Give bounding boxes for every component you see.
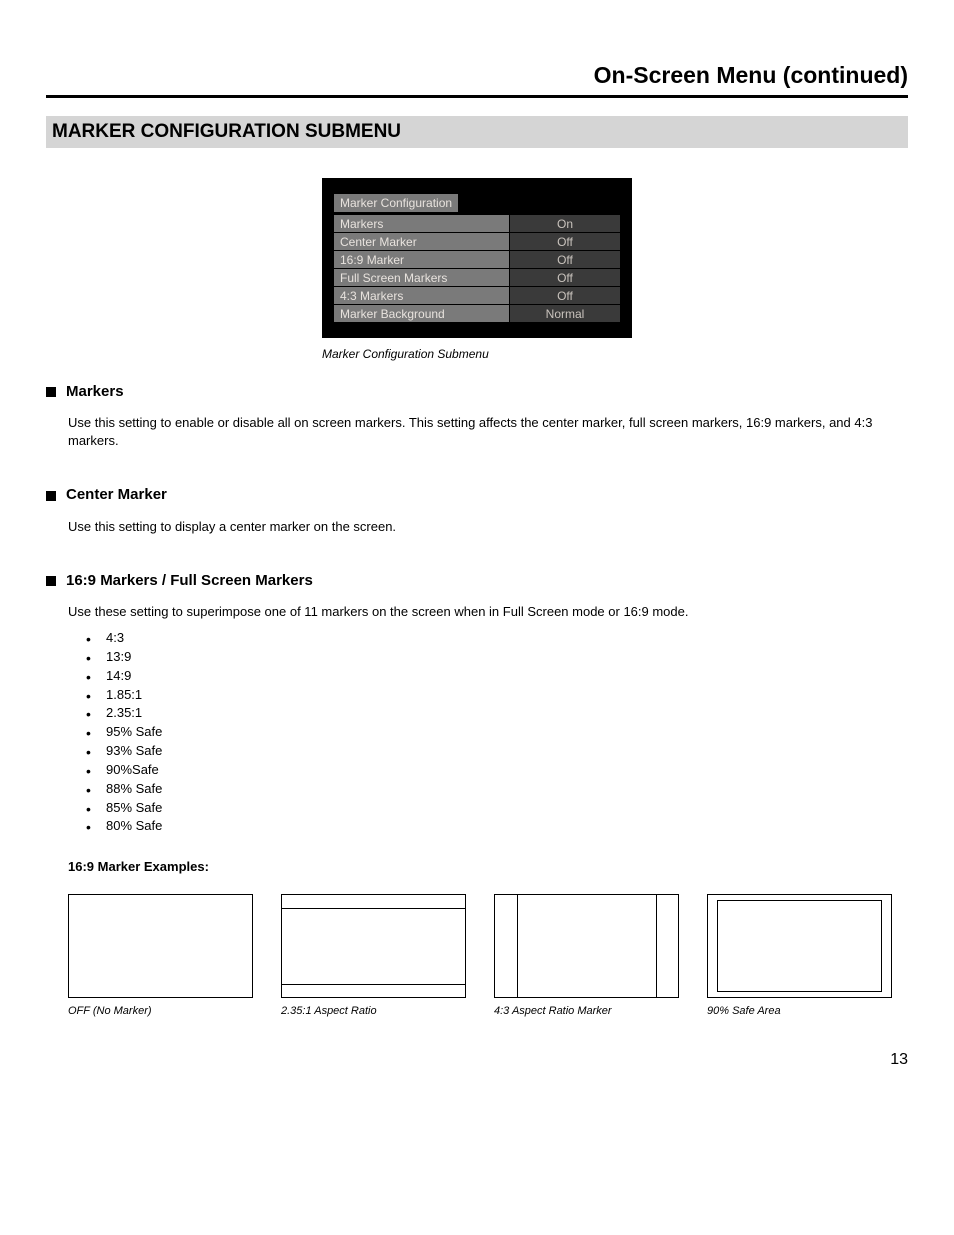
submenu-row: 16:9 Marker Off — [334, 251, 620, 268]
page-number: 13 — [46, 1049, 908, 1071]
example-caption: OFF (No Marker) — [68, 1004, 253, 1019]
section-body: Use these setting to superimpose one of … — [68, 603, 908, 621]
submenu-value: Off — [510, 251, 620, 268]
submenu-row: Markers On — [334, 215, 620, 232]
list-item: 13:9 — [86, 648, 908, 667]
example-thumbnail — [707, 894, 892, 998]
example-90safe: 90% Safe Area — [707, 894, 892, 1019]
list-item: 80% Safe — [86, 817, 908, 836]
submenu-caption: Marker Configuration Submenu — [322, 346, 632, 362]
section-heading: Center Marker — [66, 485, 167, 505]
submenu-value: Normal — [510, 305, 620, 322]
example-235: 2.35:1 Aspect Ratio — [281, 894, 466, 1019]
submenu-title: Marker Configuration — [334, 194, 458, 212]
example-thumbnail — [68, 894, 253, 998]
section-center-marker: Center Marker Use this setting to displa… — [46, 485, 908, 535]
page-header: On-Screen Menu (continued) — [46, 60, 908, 98]
submenu-row: Marker Background Normal — [334, 305, 620, 322]
submenu-row: Center Marker Off — [334, 233, 620, 250]
submenu-box: Marker Configuration Markers On Center M… — [322, 178, 632, 338]
section-heading: 16:9 Markers / Full Screen Markers — [66, 571, 313, 591]
section-heading: Markers — [66, 382, 124, 402]
section-body: Use this setting to enable or disable al… — [68, 414, 908, 449]
submenu-figure: Marker Configuration Markers On Center M… — [46, 178, 908, 362]
section-markers: Markers Use this setting to enable or di… — [46, 382, 908, 449]
list-item: 93% Safe — [86, 742, 908, 761]
example-caption: 2.35:1 Aspect Ratio — [281, 1004, 466, 1019]
submenu-row: Full Screen Markers Off — [334, 269, 620, 286]
section-sixteen-nine: 16:9 Markers / Full Screen Markers Use t… — [46, 571, 908, 1018]
list-item: 14:9 — [86, 667, 908, 686]
submenu-label: Full Screen Markers — [334, 269, 509, 286]
square-bullet-icon — [46, 576, 56, 586]
submenu-label: 16:9 Marker — [334, 251, 509, 268]
submenu-row: 4:3 Markers Off — [334, 287, 620, 304]
examples-heading: 16:9 Marker Examples: — [68, 858, 908, 876]
submenu-label: Marker Background — [334, 305, 509, 322]
section-title-bar: MARKER CONFIGURATION SUBMENU — [46, 116, 908, 148]
submenu-label: Markers — [334, 215, 509, 232]
submenu-value: On — [510, 215, 620, 232]
list-item: 95% Safe — [86, 723, 908, 742]
example-thumbnail — [494, 894, 679, 998]
example-thumbnail — [281, 894, 466, 998]
list-item: 1.85:1 — [86, 686, 908, 705]
examples-row: OFF (No Marker) 2.35:1 Aspect Ratio 4:3 … — [68, 894, 908, 1019]
example-caption: 90% Safe Area — [707, 1004, 892, 1019]
submenu-label: 4:3 Markers — [334, 287, 509, 304]
list-item: 85% Safe — [86, 799, 908, 818]
list-item: 90%Safe — [86, 761, 908, 780]
section-body: Use this setting to display a center mar… — [68, 518, 908, 536]
list-item: 4:3 — [86, 629, 908, 648]
submenu-value: Off — [510, 233, 620, 250]
submenu-label: Center Marker — [334, 233, 509, 250]
example-off: OFF (No Marker) — [68, 894, 253, 1019]
square-bullet-icon — [46, 491, 56, 501]
marker-options-list: 4:3 13:9 14:9 1.85:1 2.35:1 95% Safe 93%… — [86, 629, 908, 836]
example-43: 4:3 Aspect Ratio Marker — [494, 894, 679, 1019]
submenu-value: Off — [510, 287, 620, 304]
submenu-value: Off — [510, 269, 620, 286]
list-item: 88% Safe — [86, 780, 908, 799]
list-item: 2.35:1 — [86, 704, 908, 723]
example-caption: 4:3 Aspect Ratio Marker — [494, 1004, 679, 1019]
square-bullet-icon — [46, 387, 56, 397]
